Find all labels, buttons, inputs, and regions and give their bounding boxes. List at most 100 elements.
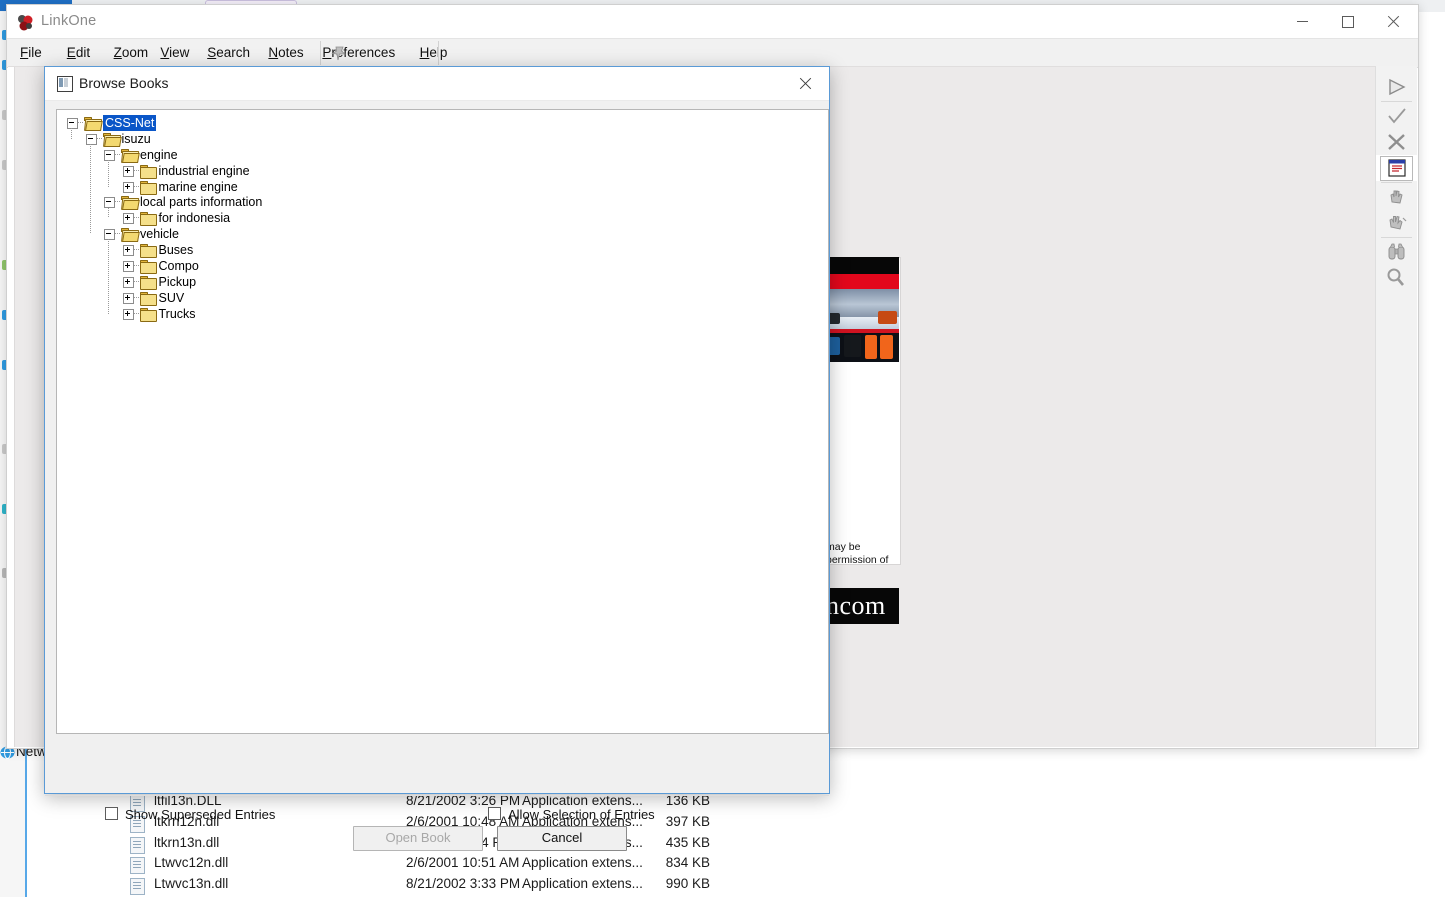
- folder-closed-icon[interactable]: [139, 260, 157, 275]
- expand-toggle-icon[interactable]: [122, 213, 134, 225]
- binoculars-icon: [1388, 243, 1405, 260]
- file-type-cell: Application extens...: [522, 876, 643, 892]
- folder-closed-icon[interactable]: [139, 244, 157, 259]
- menu-item-edit[interactable]: Edit: [62, 43, 95, 63]
- cancel-button[interactable]: [1376, 129, 1417, 155]
- folder-closed-icon[interactable]: [139, 180, 157, 195]
- close-button[interactable]: [1371, 5, 1417, 38]
- tree-node-label[interactable]: Buses: [159, 242, 194, 258]
- close-icon: [1387, 15, 1400, 28]
- tree-connector: [108, 159, 109, 187]
- collapse-toggle-icon[interactable]: [85, 133, 97, 145]
- tree-node-label[interactable]: CSS-Net: [103, 115, 157, 131]
- dll-file-icon: [130, 836, 145, 854]
- tree-node-label[interactable]: engine: [140, 147, 178, 163]
- tree-connector: [89, 143, 91, 235]
- folder-open-icon[interactable]: [121, 228, 140, 243]
- menu-item-view[interactable]: View: [155, 43, 194, 63]
- tree-node-label[interactable]: Trucks: [159, 306, 196, 322]
- document-cover-photo: [820, 289, 899, 362]
- tree-node-label[interactable]: isuzu: [122, 131, 151, 147]
- file-date-cell: 8/21/2002 3:33 PM: [406, 876, 521, 892]
- tree-connector: [108, 207, 109, 219]
- run-query-icon: [1389, 78, 1406, 96]
- menu-item-file[interactable]: File: [15, 43, 47, 63]
- show-superseded-checkbox[interactable]: Show Superseded Entries: [105, 806, 275, 824]
- collapse-toggle-icon[interactable]: [104, 229, 115, 241]
- folder-open-icon[interactable]: [121, 196, 140, 211]
- pushpin-icon: [331, 46, 347, 61]
- collapse-toggle-icon[interactable]: [104, 149, 115, 161]
- checkbox-text: Allow Selection of Entries: [508, 807, 655, 822]
- hand-pick-icon: [1390, 190, 1403, 204]
- folder-open-icon[interactable]: [121, 148, 140, 163]
- maximize-button[interactable]: [1325, 5, 1371, 38]
- folder-open-icon[interactable]: [84, 117, 103, 131]
- run-query-button[interactable]: [1376, 74, 1417, 100]
- menu-item-help[interactable]: Help: [415, 43, 453, 63]
- menu-item-search[interactable]: Search: [202, 43, 255, 63]
- expand-toggle-icon[interactable]: [122, 181, 134, 193]
- folder-closed-icon[interactable]: [139, 291, 157, 306]
- tree-connector: [71, 128, 72, 139]
- menu-item-zoom[interactable]: Zoom: [109, 43, 154, 63]
- hand-pick-button[interactable]: [1376, 184, 1417, 210]
- hand-drag-button[interactable]: [1376, 210, 1417, 236]
- expand-toggle-icon[interactable]: [122, 165, 134, 177]
- file-name-cell: Ltwvc13n.dll: [154, 876, 229, 892]
- collapse-toggle-icon[interactable]: [67, 118, 78, 129]
- tree-node-label[interactable]: vehicle: [140, 226, 179, 242]
- accept-button[interactable]: [1376, 103, 1417, 129]
- document-copyright-note: may be permission of: [826, 541, 906, 566]
- open-book-button[interactable]: Open Book: [353, 826, 483, 851]
- dll-file-icon: [130, 878, 145, 896]
- tree-node-label[interactable]: local parts information: [140, 194, 262, 210]
- zoom-button[interactable]: [1376, 265, 1417, 291]
- table-row[interactable]: Ltwvc13n.dll 8/21/2002 3:33 PM Application…: [118, 875, 818, 896]
- maximize-icon: [1342, 15, 1354, 28]
- vtoolbar-separator-1: [1381, 101, 1412, 102]
- file-type-cell: Application extens...: [522, 855, 643, 871]
- book-dialog-icon: [57, 76, 73, 92]
- collapse-toggle-icon[interactable]: [104, 197, 115, 209]
- menu-item-notes[interactable]: Notes: [263, 43, 308, 63]
- tree-node-label[interactable]: industrial engine: [159, 163, 250, 179]
- file-size-cell: 834 KB: [665, 855, 710, 871]
- expand-toggle-icon[interactable]: [122, 292, 134, 304]
- folder-open-icon[interactable]: [102, 132, 122, 147]
- show-superseded-label[interactable]: Show Superseded Entries: [105, 807, 275, 822]
- linkone-menu-bar[interactable]: FileEditZoomViewSearchNotesPreferencesHe…: [7, 38, 1418, 97]
- allow-selection-label[interactable]: Allow Selection of Entries: [488, 807, 655, 822]
- linkone-vertical-toolbar[interactable]: [1375, 66, 1417, 747]
- tree-node-label[interactable]: Compo: [159, 258, 199, 274]
- folder-closed-icon[interactable]: [139, 307, 157, 322]
- tree-node-label[interactable]: SUV: [159, 290, 185, 306]
- checkbox-text: Show Superseded Entries: [125, 807, 276, 822]
- table-row[interactable]: Ltwvc12n.dll 2/6/2001 10:51 AM Application…: [118, 854, 818, 875]
- expand-toggle-icon[interactable]: [122, 276, 134, 288]
- checkbox-box[interactable]: [488, 807, 501, 820]
- tree-node-label[interactable]: for indonesia: [159, 210, 231, 226]
- file-size-cell: 990 KB: [665, 876, 710, 892]
- pushpin-button[interactable]: [327, 42, 353, 64]
- folder-closed-icon[interactable]: [139, 275, 157, 290]
- magnifier-icon: [1387, 268, 1404, 286]
- find-button[interactable]: [1376, 239, 1417, 265]
- close-icon: [799, 77, 812, 90]
- expand-toggle-icon[interactable]: [122, 308, 134, 320]
- allow-selection-checkbox[interactable]: Allow Selection of Entries: [488, 806, 655, 824]
- folder-closed-icon[interactable]: [139, 164, 157, 179]
- book-tree-panel[interactable]: CSS-Net isuzu engine industrial engine marin…: [56, 109, 829, 734]
- expand-toggle-icon[interactable]: [122, 261, 134, 273]
- checkbox-box[interactable]: [105, 807, 118, 820]
- vtoolbar-separator-2: [1381, 182, 1412, 183]
- cancel-button[interactable]: Cancel: [497, 826, 627, 851]
- list-view-button[interactable]: [1376, 155, 1417, 181]
- expand-toggle-icon[interactable]: [122, 245, 134, 257]
- tree-connector: [108, 239, 109, 314]
- tree-node-label[interactable]: Pickup: [159, 274, 197, 290]
- dialog-close-button[interactable]: [787, 71, 825, 96]
- tree-node-label[interactable]: marine engine: [159, 179, 238, 195]
- folder-closed-icon[interactable]: [139, 212, 157, 227]
- minimize-button[interactable]: [1279, 5, 1325, 38]
